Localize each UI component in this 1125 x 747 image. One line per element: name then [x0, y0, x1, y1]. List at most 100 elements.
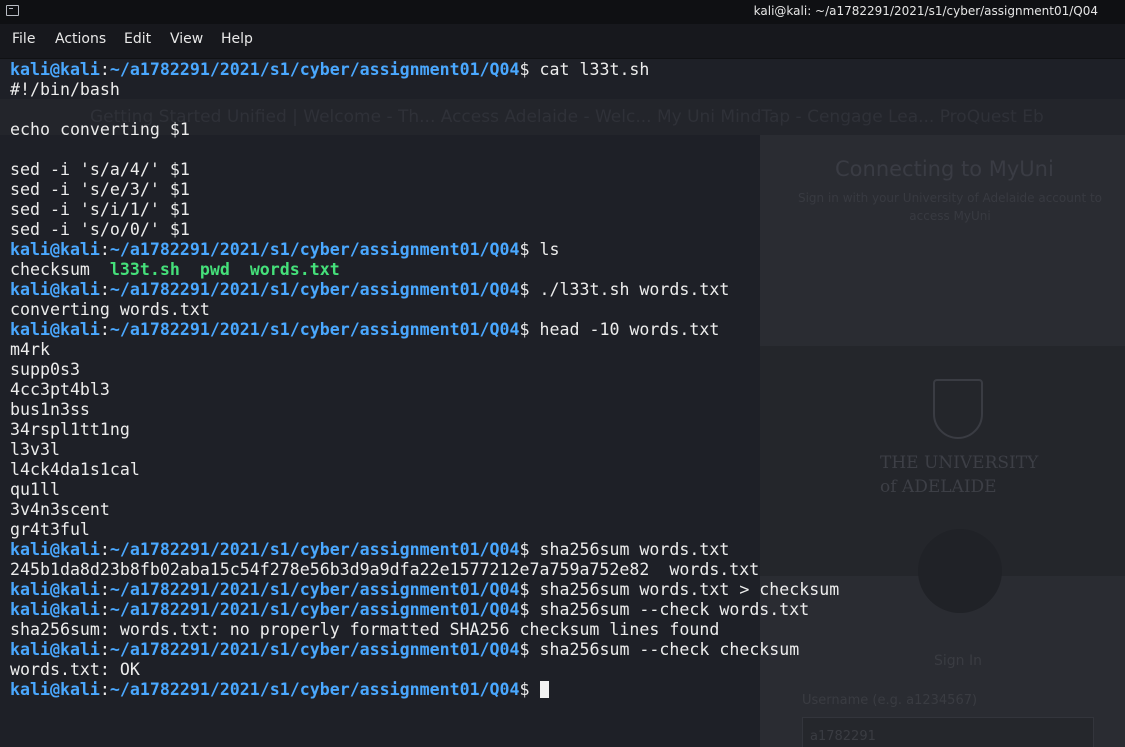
- terminal-area[interactable]: Getting Started Unified | Welcome - Th..…: [0, 59, 1125, 747]
- command-text: ls: [529, 240, 560, 259]
- menu-bar: File Actions Edit View Help: [0, 24, 1125, 59]
- command-text: sha256sum --check checksum: [529, 640, 800, 659]
- menu-file[interactable]: File: [12, 31, 35, 47]
- prompt-path: ~/a1782291/2021/s1/cyber/assignment01/Q0…: [109, 580, 520, 599]
- output-line: converting words.txt: [10, 300, 210, 319]
- prompt-user-host: kali@kali: [10, 600, 100, 619]
- prompt-separator: :: [99, 540, 110, 559]
- prompt-path: ~/a1782291/2021/s1/cyber/assignment01/Q0…: [109, 640, 520, 659]
- background-avatar-circle: [918, 529, 1002, 613]
- prompt-line: kali@kali:~/a1782291/2021/s1/cyber/assig…: [10, 540, 839, 560]
- background-signin-label: Sign In: [934, 653, 982, 669]
- menu-edit[interactable]: Edit: [124, 31, 151, 47]
- prompt-separator: :: [99, 280, 110, 299]
- prompt-symbol: $: [519, 580, 530, 599]
- output-line: 3v4n3scent: [10, 500, 110, 519]
- ls-output: checksum l33t.sh pwd words.txt: [10, 260, 839, 280]
- background-uni-line1: THE UNIVERSITY: [880, 453, 1039, 473]
- prompt-symbol: $: [519, 680, 530, 699]
- prompt-separator: :: [99, 680, 110, 699]
- window-title: kali@kali: ~/a1782291/2021/s1/cyber/assi…: [753, 4, 1098, 18]
- prompt-user-host: kali@kali: [10, 540, 100, 559]
- output-line: sed -i 's/e/3/' $1: [10, 180, 190, 199]
- file-entry: words.txt: [249, 260, 340, 279]
- command-text: sha256sum words.txt > checksum: [529, 580, 840, 599]
- prompt-line: kali@kali:~/a1782291/2021/s1/cyber/assig…: [10, 640, 839, 660]
- background-connecting-text: Connecting to MyUni: [835, 157, 1054, 181]
- text-cursor[interactable]: [539, 681, 549, 698]
- file-entry: pwd: [199, 260, 230, 279]
- command-text: sha256sum words.txt: [529, 540, 730, 559]
- prompt-line: kali@kali:~/a1782291/2021/s1/cyber/assig…: [10, 280, 839, 300]
- prompt-path: ~/a1782291/2021/s1/cyber/assignment01/Q0…: [109, 240, 520, 259]
- output-line: #!/bin/bash: [10, 80, 120, 99]
- terminal-icon[interactable]: [6, 5, 19, 16]
- output-line: sha256sum: words.txt: no properly format…: [10, 620, 720, 639]
- output-line: m4rk: [10, 340, 50, 359]
- prompt-symbol: $: [519, 600, 530, 619]
- output-line: sed -i 's/a/4/' $1: [10, 160, 190, 179]
- command-text: sha256sum --check words.txt: [529, 600, 810, 619]
- prompt-symbol: $: [519, 540, 530, 559]
- prompt-separator: :: [99, 320, 110, 339]
- output-line: supp0s3: [10, 360, 80, 379]
- prompt-line: kali@kali:~/a1782291/2021/s1/cyber/assig…: [10, 580, 839, 600]
- prompt-path: ~/a1782291/2021/s1/cyber/assignment01/Q0…: [109, 60, 520, 79]
- prompt-line: kali@kali:~/a1782291/2021/s1/cyber/assig…: [10, 600, 839, 620]
- prompt-separator: :: [99, 580, 110, 599]
- prompt-user-host: kali@kali: [10, 640, 100, 659]
- prompt-separator: :: [99, 600, 110, 619]
- terminal-output: kali@kali:~/a1782291/2021/s1/cyber/assig…: [10, 60, 839, 700]
- prompt-line: kali@kali:~/a1782291/2021/s1/cyber/assig…: [10, 680, 839, 700]
- output-line: 245b1da8d23b8fb02aba15c54f278e56b3d9a9df…: [10, 560, 760, 579]
- prompt-user-host: kali@kali: [10, 280, 100, 299]
- university-crest-icon: [933, 379, 983, 439]
- prompt-line: kali@kali:~/a1782291/2021/s1/cyber/assig…: [10, 60, 839, 80]
- output-line: words.txt: OK: [10, 660, 140, 679]
- prompt-separator: :: [99, 240, 110, 259]
- prompt-user-host: kali@kali: [10, 580, 100, 599]
- prompt-path: ~/a1782291/2021/s1/cyber/assignment01/Q0…: [109, 320, 520, 339]
- prompt-user-host: kali@kali: [10, 680, 100, 699]
- output-line: l3v3l: [10, 440, 60, 459]
- background-university-name: THE UNIVERSITY of ADELAIDE: [880, 451, 1038, 499]
- command-text: head -10 words.txt: [529, 320, 720, 339]
- command-text: [530, 680, 540, 699]
- output-line: sed -i 's/i/1/' $1: [10, 200, 190, 219]
- prompt-symbol: $: [519, 320, 530, 339]
- prompt-symbol: $: [519, 240, 530, 259]
- output-line: bus1n3ss: [10, 400, 90, 419]
- prompt-path: ~/a1782291/2021/s1/cyber/assignment01/Q0…: [109, 540, 520, 559]
- command-text: cat l33t.sh: [529, 60, 650, 79]
- prompt-symbol: $: [519, 60, 530, 79]
- prompt-line: kali@kali:~/a1782291/2021/s1/cyber/assig…: [10, 240, 839, 260]
- prompt-path: ~/a1782291/2021/s1/cyber/assignment01/Q0…: [109, 280, 520, 299]
- background-uni-line2: of ADELAIDE: [880, 477, 997, 497]
- menu-actions[interactable]: Actions: [55, 31, 106, 47]
- prompt-path: ~/a1782291/2021/s1/cyber/assignment01/Q0…: [109, 680, 520, 699]
- prompt-separator: :: [99, 60, 110, 79]
- command-text: ./l33t.sh words.txt: [529, 280, 730, 299]
- menu-view[interactable]: View: [170, 31, 203, 47]
- output-line: echo converting $1: [10, 120, 190, 139]
- output-line: gr4t3ful: [10, 520, 90, 539]
- output-line: 34rspl1tt1ng: [10, 420, 130, 439]
- prompt-user-host: kali@kali: [10, 240, 100, 259]
- output-line: l4ck4da1s1cal: [10, 460, 140, 479]
- file-entry: checksum: [10, 260, 90, 279]
- background-username-value: a1782291: [810, 729, 876, 744]
- prompt-user-host: kali@kali: [10, 60, 100, 79]
- prompt-line: kali@kali:~/a1782291/2021/s1/cyber/assig…: [10, 320, 839, 340]
- output-line: 4cc3pt4bl3: [10, 380, 110, 399]
- prompt-symbol: $: [519, 640, 530, 659]
- output-line: qu1ll: [10, 480, 60, 499]
- prompt-path: ~/a1782291/2021/s1/cyber/assignment01/Q0…: [109, 600, 520, 619]
- prompt-user-host: kali@kali: [10, 320, 100, 339]
- menu-help[interactable]: Help: [221, 31, 253, 47]
- output-line: sed -i 's/o/0/' $1: [10, 220, 190, 239]
- title-bar: kali@kali: ~/a1782291/2021/s1/cyber/assi…: [0, 0, 1125, 24]
- file-entry: l33t.sh: [109, 260, 180, 279]
- prompt-symbol: $: [519, 280, 530, 299]
